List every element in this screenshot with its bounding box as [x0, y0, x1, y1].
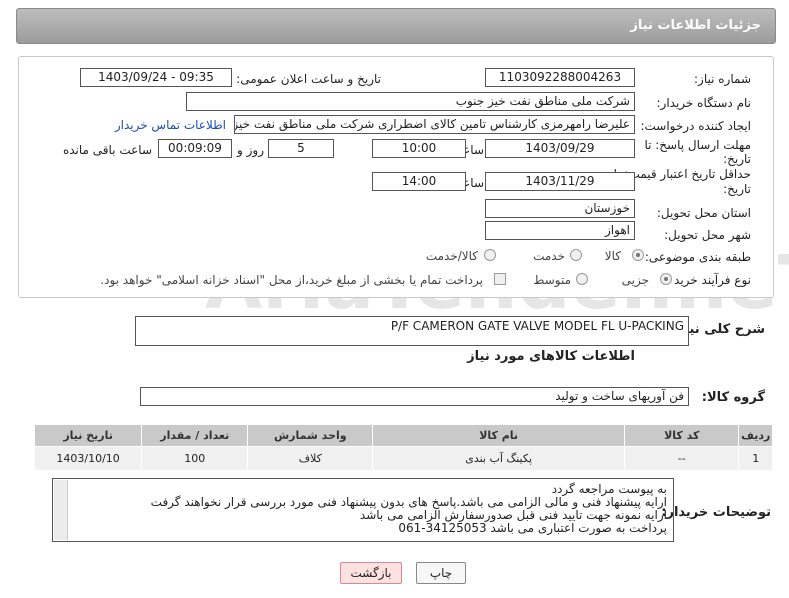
cell-need-date: 1403/10/10	[33, 446, 143, 471]
deadline-time-field[interactable]: 10:00	[372, 139, 466, 158]
creator-field[interactable]: علیرضا رامهرمزی کارشناس تامین کالای اضطر…	[234, 115, 635, 134]
process-label: نوع فرآیند خرید :	[666, 273, 751, 287]
notes-scrollbar[interactable]	[54, 480, 68, 540]
general-desc-text: P/F CAMERON GATE VALVE MODEL FL U-PACKIN…	[390, 319, 684, 333]
remaining-label: ساعت باقی مانده	[62, 143, 152, 157]
panel-header: جزئیات اطلاعات نیاز	[16, 8, 776, 44]
cell-quantity: 100	[141, 446, 249, 471]
city-field[interactable]: اهواز	[485, 221, 635, 240]
days-field[interactable]: 5	[268, 139, 334, 158]
cell-row: 1	[738, 446, 773, 471]
validity-label-2: تاریخ:	[723, 182, 751, 196]
col-unit: واحد شمارش	[247, 424, 374, 447]
cell-unit: کلاف	[247, 446, 374, 471]
process-minor-label: جزیی	[621, 273, 649, 287]
col-code: کد کالا	[624, 424, 740, 447]
category-radio-both[interactable]	[484, 249, 496, 261]
process-radio-minor[interactable]	[660, 273, 672, 285]
goods-table-header: ردیف کد کالا نام کالا واحد شمارش تعداد /…	[33, 424, 773, 447]
category-radio-service[interactable]	[570, 249, 582, 261]
col-row: ردیف	[738, 424, 773, 447]
province-field[interactable]: خوزستان	[485, 199, 635, 218]
category-service-label: خدمت	[533, 249, 565, 263]
remaining-time-field[interactable]: 00:09:09	[158, 139, 232, 158]
deadline-label-2: تاریخ:	[723, 152, 751, 166]
deadline-label: مهلت ارسال پاسخ: تا	[644, 138, 751, 152]
category-both-label: کالا/خدمت	[425, 249, 478, 263]
cell-name: پکینگ آب بندی	[372, 446, 626, 471]
province-label: استان محل تحویل:	[656, 206, 751, 220]
creator-label: ایجاد کننده درخواست:	[640, 119, 751, 133]
buyer-field[interactable]: شرکت ملی مناطق نفت خیز جنوب	[186, 92, 635, 111]
announce-label: تاریخ و ساعت اعلان عمومی:	[236, 72, 381, 86]
cell-code: --	[624, 446, 740, 471]
print-button[interactable]: چاپ	[416, 562, 466, 584]
announce-field[interactable]: 1403/09/24 - 09:35	[80, 68, 232, 87]
validity-date-field[interactable]: 1403/11/29	[485, 172, 635, 191]
notes-line: پرداخت به صورت اعتباری می باشد 34125053-…	[398, 521, 667, 535]
deadline-date-field[interactable]: 1403/09/29	[485, 139, 635, 158]
general-desc-field[interactable]: P/F CAMERON GATE VALVE MODEL FL U-PACKIN…	[135, 316, 689, 346]
table-row[interactable]: 1 -- پکینگ آب بندی کلاف 100 1403/10/10	[33, 446, 773, 471]
col-quantity: تعداد / مقدار	[141, 424, 249, 447]
treasury-checkbox[interactable]	[494, 273, 506, 285]
buyer-label: نام دستگاه خریدار:	[656, 96, 752, 110]
goods-group-label: گروه کالا:	[701, 390, 765, 405]
category-radio-goods[interactable]	[632, 249, 644, 261]
process-radio-medium[interactable]	[576, 273, 588, 285]
page-title: جزئیات اطلاعات نیاز	[630, 18, 761, 33]
contact-buyer-link[interactable]: اطلاعات تماس خریدار	[115, 118, 226, 132]
validity-time-field[interactable]: 14:00	[372, 172, 466, 191]
days-label: روز و	[237, 143, 264, 157]
need-number-label: شماره نیاز:	[694, 72, 751, 86]
goods-table: ردیف کد کالا نام کالا واحد شمارش تعداد /…	[33, 424, 773, 471]
buyer-notes-label: توضیحات خریدار:	[661, 505, 771, 520]
category-goods-label: کالا	[604, 249, 621, 263]
process-medium-label: متوسط	[533, 273, 571, 287]
need-number-field[interactable]: 1103092288004263	[485, 68, 635, 87]
col-need-date: تاریخ نیاز	[33, 424, 143, 447]
col-name: نام کالا	[372, 424, 626, 447]
goods-group-field[interactable]: فن آوریهای ساخت و تولید	[140, 387, 689, 406]
city-label: شهر محل تحویل:	[664, 228, 751, 242]
treasury-note: پرداخت تمام یا بخشی از مبلغ خرید،از محل …	[100, 273, 483, 287]
back-button[interactable]: بازگشت	[340, 562, 402, 584]
buyer-notes-field[interactable]: به پیوست مراجعه گردد ارایه پیشنهاد فنی و…	[52, 478, 674, 542]
category-label: طبقه بندی موضوعی:	[644, 250, 751, 264]
goods-section-title: اطلاعات کالاهای مورد نیاز	[467, 349, 635, 364]
